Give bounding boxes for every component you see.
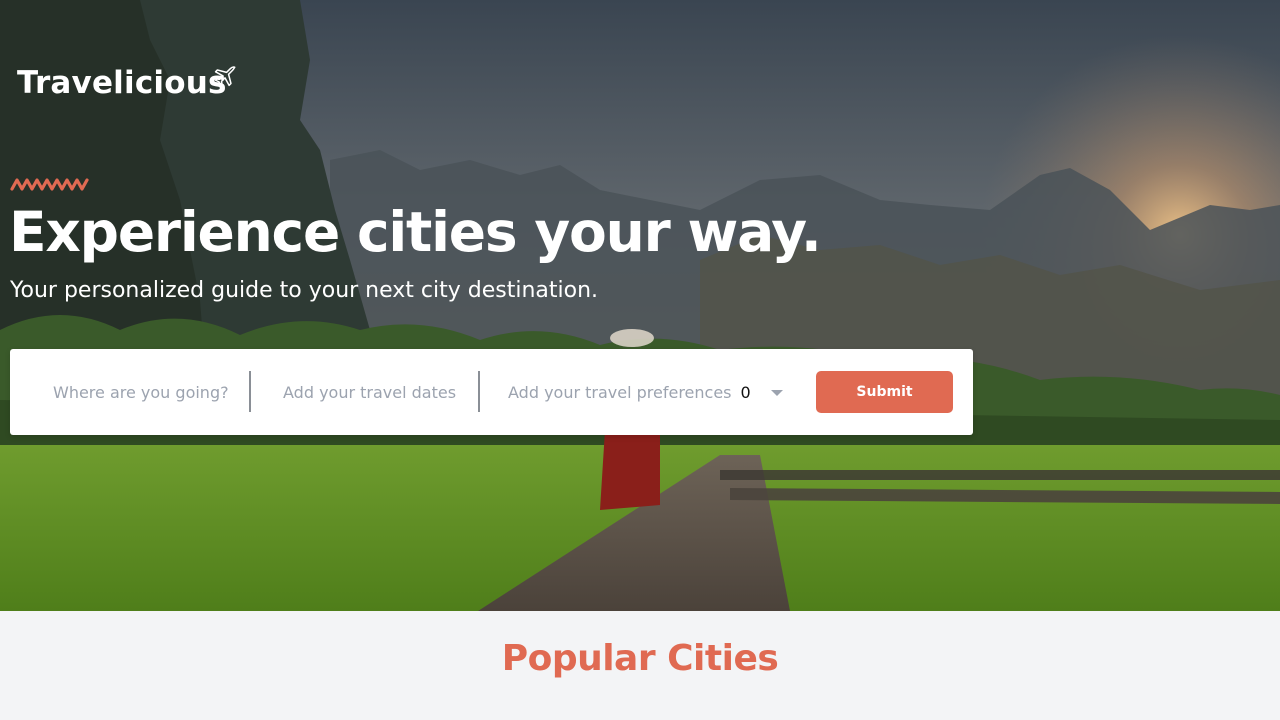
search-divider	[478, 371, 480, 412]
caret-down-icon[interactable]	[770, 390, 783, 396]
popular-cities-heading: Popular Cities	[501, 638, 779, 679]
hero-headline: Experience cities your way.	[9, 200, 822, 264]
preferences-placeholder: Add your travel preferences	[508, 382, 732, 402]
search-bar: Where are you going? Add your travel dat…	[10, 349, 973, 435]
preferences-count: 0	[740, 382, 751, 402]
brand-name[interactable]: Travelicious	[17, 68, 227, 99]
page: Travelicious Experience cities your way.…	[0, 0, 1280, 720]
destination-placeholder: Where are you going?	[53, 382, 229, 402]
travel-dates-input[interactable]: Add your travel dates	[283, 349, 456, 435]
dates-placeholder: Add your travel dates	[283, 382, 457, 402]
brand-logo[interactable]: Travelicious	[17, 66, 236, 99]
submit-button[interactable]: Submit	[816, 371, 953, 413]
squiggle-icon	[10, 178, 89, 191]
search-divider	[249, 371, 251, 412]
travel-preferences-select[interactable]: Add your travel preferences 0	[508, 349, 783, 435]
hero-section: Travelicious Experience cities your way.…	[0, 0, 1280, 611]
hero-subheadline: Your personalized guide to your next cit…	[10, 278, 599, 303]
destination-input[interactable]: Where are you going?	[53, 349, 229, 435]
airplane-icon	[214, 66, 236, 87]
